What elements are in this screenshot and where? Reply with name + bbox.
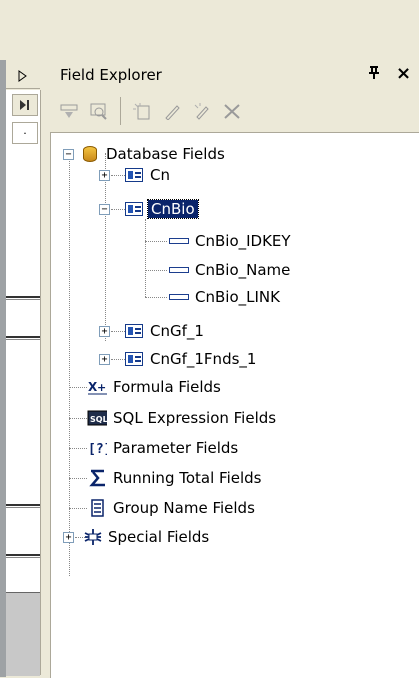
close-icon[interactable]: × <box>396 63 411 84</box>
table-icon <box>124 351 144 367</box>
svg-text:SQL: SQL <box>90 415 107 424</box>
tree-line <box>69 508 87 509</box>
tree-node-running-total-fields[interactable]: Running Total Fields <box>87 467 261 489</box>
group-icon <box>87 499 107 517</box>
node-label: Special Fields <box>108 528 210 546</box>
field-icon <box>169 289 189 305</box>
tree-node-parameter-fields[interactable]: [?] Parameter Fields <box>87 437 238 459</box>
expand-toggle[interactable]: + <box>99 325 110 337</box>
tree-line <box>145 270 167 271</box>
section-line <box>6 296 40 300</box>
collapse-toggle[interactable]: − <box>99 203 110 215</box>
node-label: CnBio_Name <box>195 261 291 279</box>
tree-node-table-cngf1[interactable]: + CnGf_1 <box>99 320 204 342</box>
node-label: Running Total Fields <box>113 469 262 487</box>
database-icon <box>80 146 100 162</box>
toolbar-separator <box>120 97 121 125</box>
section-line <box>6 336 40 340</box>
tree-node-field[interactable]: CnBio_LINK <box>169 286 280 308</box>
toolbar <box>44 90 419 132</box>
rename-icon[interactable] <box>187 96 217 126</box>
field-tree: − Database Fields + Cn − CnBio CnBio_IDK… <box>50 132 419 678</box>
field-icon <box>169 233 189 249</box>
node-label: CnBio_IDKEY <box>195 232 291 250</box>
tree-node-field[interactable]: CnBio_Name <box>169 259 290 281</box>
inactive-area <box>6 592 40 676</box>
sql-icon: SQL <box>87 410 107 426</box>
node-label: CnBio_LINK <box>195 288 280 306</box>
table-icon <box>124 323 144 339</box>
delete-icon[interactable] <box>217 96 247 126</box>
last-page-icon[interactable] <box>12 94 38 116</box>
tree-line <box>69 149 70 576</box>
section-line <box>6 554 40 558</box>
panel-titlebar: Field Explorer × <box>44 60 419 90</box>
tree-node-table-cn[interactable]: + Cn <box>99 164 170 186</box>
adjacent-pane: · <box>0 60 42 677</box>
node-label: SQL Expression Fields <box>113 409 277 427</box>
sigma-icon <box>87 469 107 487</box>
pin-icon[interactable] <box>368 66 380 84</box>
field-icon <box>169 262 189 278</box>
insert-field-icon[interactable] <box>54 96 84 126</box>
new-icon[interactable] <box>127 96 157 126</box>
tree-line <box>69 418 87 419</box>
tree-node-table-cnbio[interactable]: − CnBio <box>99 198 199 220</box>
tree-line <box>145 241 167 242</box>
browse-icon[interactable] <box>84 96 114 126</box>
node-label: CnGf_1 <box>150 322 204 340</box>
tree-line <box>69 478 87 479</box>
svg-text:+1: +1 <box>97 381 107 394</box>
expand-toggle[interactable]: + <box>99 169 110 181</box>
tree-line <box>69 448 87 449</box>
tree-node-formula-fields[interactable]: X+1 Formula Fields <box>87 376 221 398</box>
dot-icon: · <box>12 122 38 144</box>
tree-node-database-fields[interactable]: − Database Fields <box>63 143 225 165</box>
table-icon <box>124 167 144 183</box>
tree-line <box>145 297 167 298</box>
section-line <box>6 504 40 508</box>
node-label: Formula Fields <box>113 378 221 396</box>
node-label: Parameter Fields <box>113 439 239 457</box>
tree-node-table-cngf1fnds[interactable]: + CnGf_1Fnds_1 <box>99 348 256 370</box>
field-explorer-panel: Field Explorer × − Database Fields + Cn … <box>44 60 419 678</box>
edit-icon[interactable] <box>157 96 187 126</box>
tree-node-special-fields[interactable]: + Special Fields <box>63 526 209 548</box>
node-label: Cn <box>150 166 170 184</box>
tree-node-field[interactable]: CnBio_IDKEY <box>169 230 291 252</box>
adjacent-tab-arrow-icon[interactable] <box>6 64 40 89</box>
special-fields-icon <box>82 529 102 545</box>
panel-title: Field Explorer <box>60 66 162 84</box>
node-label: CnGf_1Fnds_1 <box>150 350 257 368</box>
parameter-icon: [?] <box>87 440 107 456</box>
tree-line <box>69 387 87 388</box>
tree-node-group-name-fields[interactable]: Group Name Fields <box>87 497 255 519</box>
node-label: Group Name Fields <box>113 499 255 517</box>
tree-line <box>145 219 146 297</box>
table-icon <box>124 201 144 217</box>
expand-toggle[interactable]: + <box>99 353 110 365</box>
node-label: Database Fields <box>106 145 225 163</box>
adjacent-content <box>6 90 41 675</box>
node-label-selected: CnBio <box>147 199 199 219</box>
formula-icon: X+1 <box>87 379 107 395</box>
expand-toggle[interactable]: + <box>63 531 74 543</box>
svg-text:[?]: [?] <box>88 442 107 456</box>
tree-node-sql-expression-fields[interactable]: SQL SQL Expression Fields <box>87 407 276 429</box>
collapse-toggle[interactable]: − <box>63 148 74 160</box>
